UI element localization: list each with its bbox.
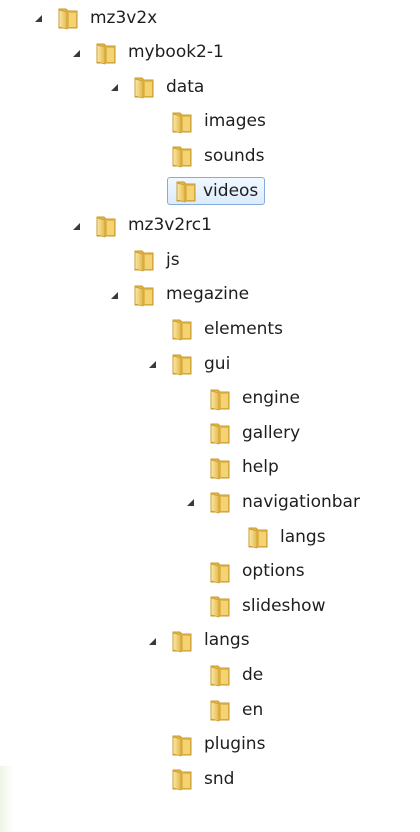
folder-icon	[133, 248, 155, 272]
folder-icon	[171, 144, 193, 168]
tree-item[interactable]: gallery	[209, 418, 305, 448]
folder-icon	[171, 110, 193, 134]
tree-item-label: de	[242, 664, 264, 685]
expanded-arrow-icon[interactable]	[71, 48, 81, 58]
tree-item-label: sounds	[204, 145, 265, 166]
tree-item[interactable]: megazine	[111, 280, 254, 310]
tree-item[interactable]: mz3v2x	[35, 3, 162, 33]
tree-item[interactable]: langs	[247, 522, 331, 552]
folder-icon	[247, 525, 269, 549]
tree-item-label: mybook2-1	[128, 42, 224, 63]
folder-icon	[171, 767, 193, 791]
folder-icon	[209, 387, 231, 411]
tree-item[interactable]: snd	[171, 764, 239, 794]
tree-item-label: mz3v2rc1	[128, 215, 212, 236]
folder-icon	[209, 663, 231, 687]
tree-item-label: langs	[204, 630, 250, 651]
folder-icon	[175, 179, 197, 203]
tree-item[interactable]: options	[209, 557, 310, 587]
tree-item[interactable]: gui	[149, 349, 235, 379]
folder-icon	[171, 733, 193, 757]
tree-item-label: snd	[204, 768, 235, 789]
tree-item[interactable]: plugins	[171, 730, 270, 760]
folder-icon	[133, 283, 155, 307]
folder-icon	[57, 6, 79, 30]
expanded-arrow-icon[interactable]	[147, 359, 157, 369]
tree-item-label: elements	[204, 318, 283, 339]
tree-item[interactable]: sounds	[171, 141, 269, 171]
tree-item[interactable]: engine	[209, 384, 305, 414]
tree-item-label: navigationbar	[242, 491, 360, 512]
tree-item-label: gui	[204, 353, 231, 374]
folder-icon	[133, 75, 155, 99]
tree-item[interactable]: videos	[167, 176, 266, 206]
tree-item-label: engine	[242, 388, 300, 409]
tree-item-label: mz3v2x	[90, 7, 158, 28]
tree-item[interactable]: help	[209, 453, 284, 483]
tree-item-label: videos	[203, 181, 259, 201]
tree-item-label: megazine	[166, 284, 250, 305]
tree-item-label: js	[166, 249, 180, 270]
left-edge-strip	[0, 766, 14, 832]
expanded-arrow-icon[interactable]	[33, 13, 43, 23]
tree-item-label: slideshow	[242, 595, 326, 616]
folder-tree: mz3v2x mybook2-1 data images sounds videos mz3…	[0, 0, 420, 832]
tree-item-label: gallery	[242, 422, 301, 443]
folder-icon	[209, 490, 231, 514]
folder-icon	[209, 560, 231, 584]
tree-item-label: plugins	[204, 734, 266, 755]
folder-icon	[95, 214, 117, 238]
folder-icon	[171, 352, 193, 376]
expanded-arrow-icon[interactable]	[109, 290, 119, 300]
tree-item-label: help	[242, 457, 279, 478]
tree-item[interactable]: mz3v2rc1	[73, 211, 217, 241]
folder-icon	[209, 456, 231, 480]
expanded-arrow-icon[interactable]	[71, 221, 81, 231]
tree-item[interactable]: langs	[149, 626, 255, 656]
folder-icon	[209, 594, 231, 618]
tree-item[interactable]: images	[171, 107, 271, 137]
tree-item-label: options	[242, 561, 305, 582]
tree-item[interactable]: slideshow	[209, 591, 331, 621]
folder-icon	[171, 317, 193, 341]
tree-item-label: images	[204, 111, 266, 132]
folder-icon	[171, 629, 193, 653]
folder-icon	[209, 698, 231, 722]
tree-item[interactable]: mybook2-1	[73, 38, 229, 68]
tree-item[interactable]: elements	[171, 314, 288, 344]
tree-item-label: langs	[280, 526, 326, 547]
folder-icon	[209, 421, 231, 445]
selection-highlight: videos	[167, 177, 266, 205]
tree-item[interactable]: en	[209, 695, 268, 725]
tree-item-label: data	[166, 76, 205, 97]
expanded-arrow-icon[interactable]	[109, 82, 119, 92]
tree-item[interactable]: data	[111, 72, 209, 102]
tree-item-label: en	[242, 699, 264, 720]
tree-item[interactable]: de	[209, 660, 268, 690]
expanded-arrow-icon[interactable]	[147, 636, 157, 646]
folder-icon	[95, 41, 117, 65]
expanded-arrow-icon[interactable]	[185, 497, 195, 507]
tree-item[interactable]: navigationbar	[187, 487, 365, 517]
tree-item[interactable]: js	[133, 245, 185, 275]
